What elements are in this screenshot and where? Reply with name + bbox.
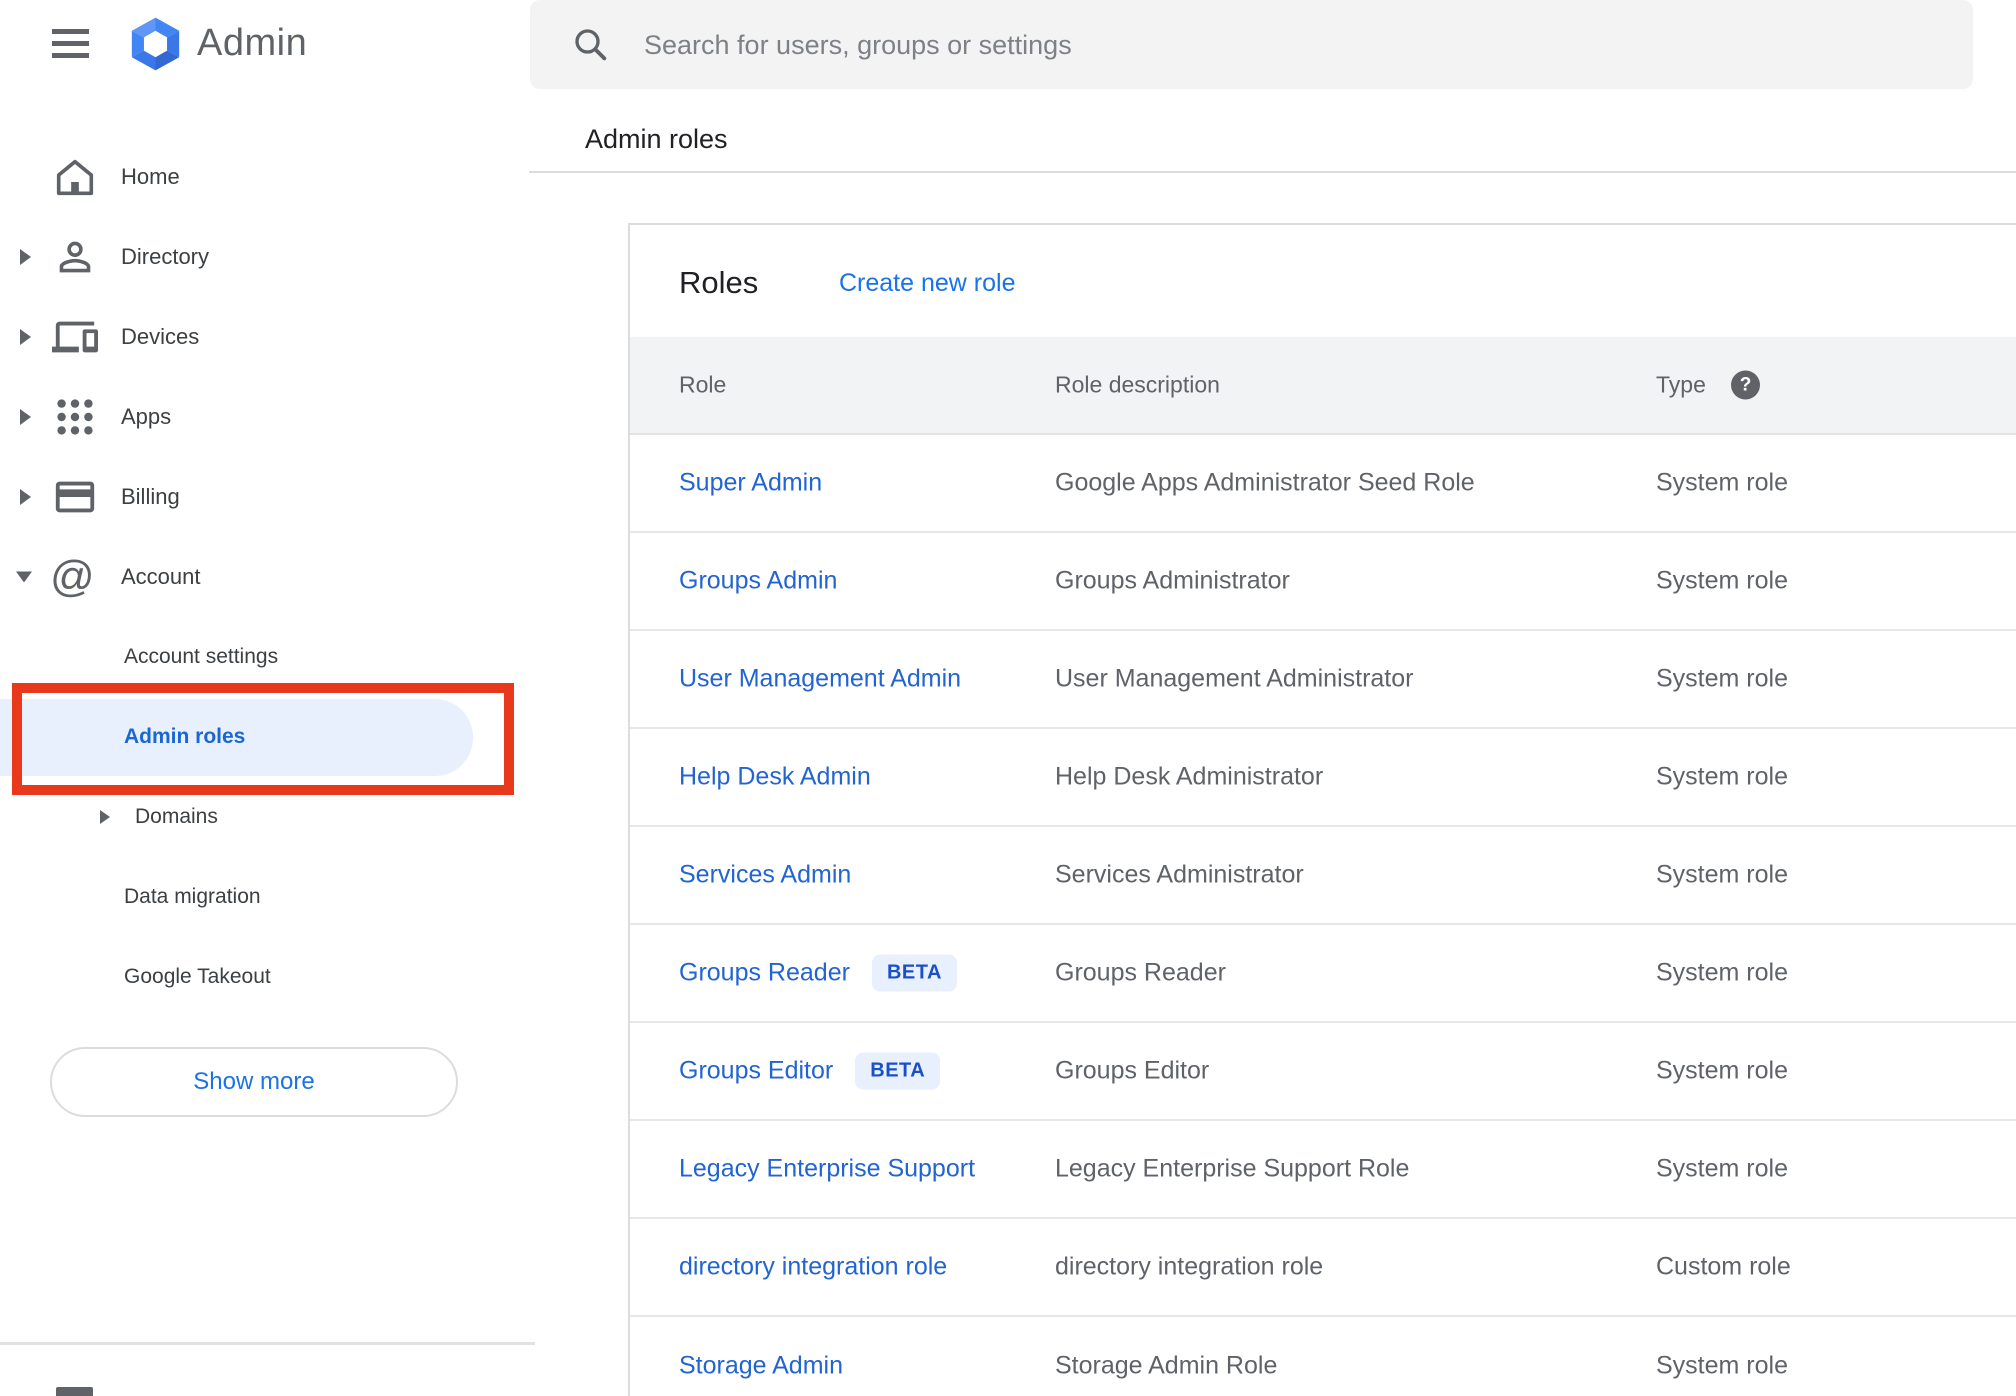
role-type: System role <box>1656 1351 1788 1380</box>
chevron-right-icon <box>100 810 110 824</box>
role-link[interactable]: Groups Reader <box>679 959 850 988</box>
sidebar-item-label: Devices <box>121 324 200 349</box>
role-link[interactable]: Services Admin <box>679 861 851 890</box>
table-row: Groups Admin Groups Administrator System… <box>630 533 2016 631</box>
roles-card: Roles Create new role Role Role descript… <box>628 223 2016 1396</box>
at-sign-icon: @ <box>50 552 95 601</box>
sidebar-item-label: Account <box>121 564 201 589</box>
sidebar-item-billing[interactable]: Billing <box>0 457 530 537</box>
role-type: System role <box>1656 566 1788 595</box>
role-link[interactable]: Groups Admin <box>679 567 837 596</box>
sidebar-item-domains[interactable]: Domains <box>0 777 530 857</box>
sidebar-bottom-divider <box>0 1342 535 1345</box>
sidebar-subitem-label: Admin roles <box>124 725 246 748</box>
hamburger-menu-icon[interactable] <box>52 29 89 58</box>
table-header-row: Role Role description Type ? <box>630 337 2016 435</box>
role-link[interactable]: Help Desk Admin <box>679 763 871 792</box>
devices-icon <box>52 314 98 360</box>
search-icon <box>570 24 610 69</box>
sidebar: Admin Home Directory Devices Apps Billin… <box>0 0 535 1396</box>
role-description: Legacy Enterprise Support Role <box>1055 1154 1410 1183</box>
role-link[interactable]: Super Admin <box>679 469 822 498</box>
breadcrumb: Admin roles <box>585 124 728 154</box>
sidebar-subitem-label: Domains <box>135 805 218 828</box>
sidebar-item-home[interactable]: Home <box>0 137 530 217</box>
sidebar-item-label: Apps <box>121 404 172 429</box>
create-new-role-link[interactable]: Create new role <box>839 269 1015 298</box>
role-type: System role <box>1656 860 1788 889</box>
home-icon <box>52 154 98 200</box>
role-description: Groups Administrator <box>1055 566 1290 595</box>
role-type: System role <box>1656 958 1788 987</box>
sidebar-subitem-label: Google Takeout <box>124 965 271 988</box>
table-row: User Management Admin User Management Ad… <box>630 631 2016 729</box>
sidebar-item-label: Directory <box>121 244 210 269</box>
show-more-label: Show more <box>193 1068 315 1095</box>
column-header-description: Role description <box>1055 371 1220 398</box>
chevron-right-icon <box>20 329 31 345</box>
role-description: Groups Reader <box>1055 958 1226 987</box>
role-description: Storage Admin Role <box>1055 1351 1278 1380</box>
sidebar-item-admin-roles[interactable]: Admin roles <box>0 697 530 777</box>
sidebar-subitem-label: Data migration <box>124 885 261 908</box>
sidebar-item-directory[interactable]: Directory <box>0 217 530 297</box>
table-row: Groups Editor BETA Groups Editor System … <box>630 1023 2016 1121</box>
role-type: System role <box>1656 762 1788 791</box>
sidebar-item-label: Home <box>121 164 180 189</box>
role-link[interactable]: Legacy Enterprise Support <box>679 1155 975 1184</box>
header-divider <box>529 171 2016 173</box>
role-type: System role <box>1656 1056 1788 1085</box>
app-title: Admin <box>197 22 308 64</box>
column-header-role: Role <box>679 371 727 398</box>
table-row: Help Desk Admin Help Desk Administrator … <box>630 729 2016 827</box>
role-description: Help Desk Administrator <box>1055 762 1324 791</box>
sidebar-item-google-takeout[interactable]: Google Takeout <box>0 937 530 1017</box>
role-description: User Management Administrator <box>1055 664 1414 693</box>
person-icon <box>52 234 98 280</box>
table-row: Groups Reader BETA Groups Reader System … <box>630 925 2016 1023</box>
role-description: Groups Editor <box>1055 1056 1210 1085</box>
chevron-right-icon <box>20 489 31 505</box>
chevron-right-icon <box>20 409 31 425</box>
beta-badge: BETA <box>855 1052 941 1090</box>
admin-logo-icon <box>128 15 183 73</box>
sidebar-item-data-migration[interactable]: Data migration <box>0 857 530 937</box>
column-header-type: Type <box>1656 371 1706 398</box>
page-title: Roles <box>679 265 759 300</box>
credit-card-icon <box>52 474 98 520</box>
chevron-down-icon <box>16 571 32 583</box>
table-row: Storage Admin Storage Admin Role System … <box>630 1317 2016 1396</box>
partial-bottom-icon <box>56 1387 93 1396</box>
sidebar-item-devices[interactable]: Devices <box>0 297 530 377</box>
role-type: System role <box>1656 1154 1788 1183</box>
sidebar-item-account-settings[interactable]: Account settings <box>0 617 530 697</box>
table-row: Legacy Enterprise Support Legacy Enterpr… <box>630 1121 2016 1219</box>
search-bar[interactable] <box>530 0 1973 91</box>
table-row: Super Admin Google Apps Administrator Se… <box>630 435 2016 533</box>
sidebar-item-apps[interactable]: Apps <box>0 377 530 457</box>
sidebar-subitem-label: Account settings <box>124 645 279 668</box>
chevron-right-icon <box>20 249 31 265</box>
role-type: Custom role <box>1656 1252 1791 1281</box>
apps-grid-icon <box>52 394 98 440</box>
role-link[interactable]: Groups Editor <box>679 1057 833 1086</box>
role-link[interactable]: directory integration role <box>679 1253 947 1282</box>
table-row: Services Admin Services Administrator Sy… <box>630 827 2016 925</box>
role-link[interactable]: Storage Admin <box>679 1352 843 1381</box>
role-description: Services Administrator <box>1055 860 1304 889</box>
role-link[interactable]: User Management Admin <box>679 665 961 694</box>
sidebar-item-label: Billing <box>121 484 180 509</box>
table-row: directory integration role directory int… <box>630 1219 2016 1317</box>
sidebar-item-account[interactable]: @ Account <box>0 537 530 617</box>
role-description: directory integration role <box>1055 1252 1324 1281</box>
role-type: System role <box>1656 664 1788 693</box>
admin-console-screen: Admin Home Directory Devices Apps Billin… <box>0 0 2016 1396</box>
role-type: System role <box>1656 468 1788 497</box>
show-more-button[interactable]: Show more <box>50 1047 458 1117</box>
search-input[interactable] <box>642 0 1926 91</box>
beta-badge: BETA <box>871 954 957 992</box>
help-icon[interactable]: ? <box>1731 370 1760 400</box>
role-description: Google Apps Administrator Seed Role <box>1055 468 1475 497</box>
